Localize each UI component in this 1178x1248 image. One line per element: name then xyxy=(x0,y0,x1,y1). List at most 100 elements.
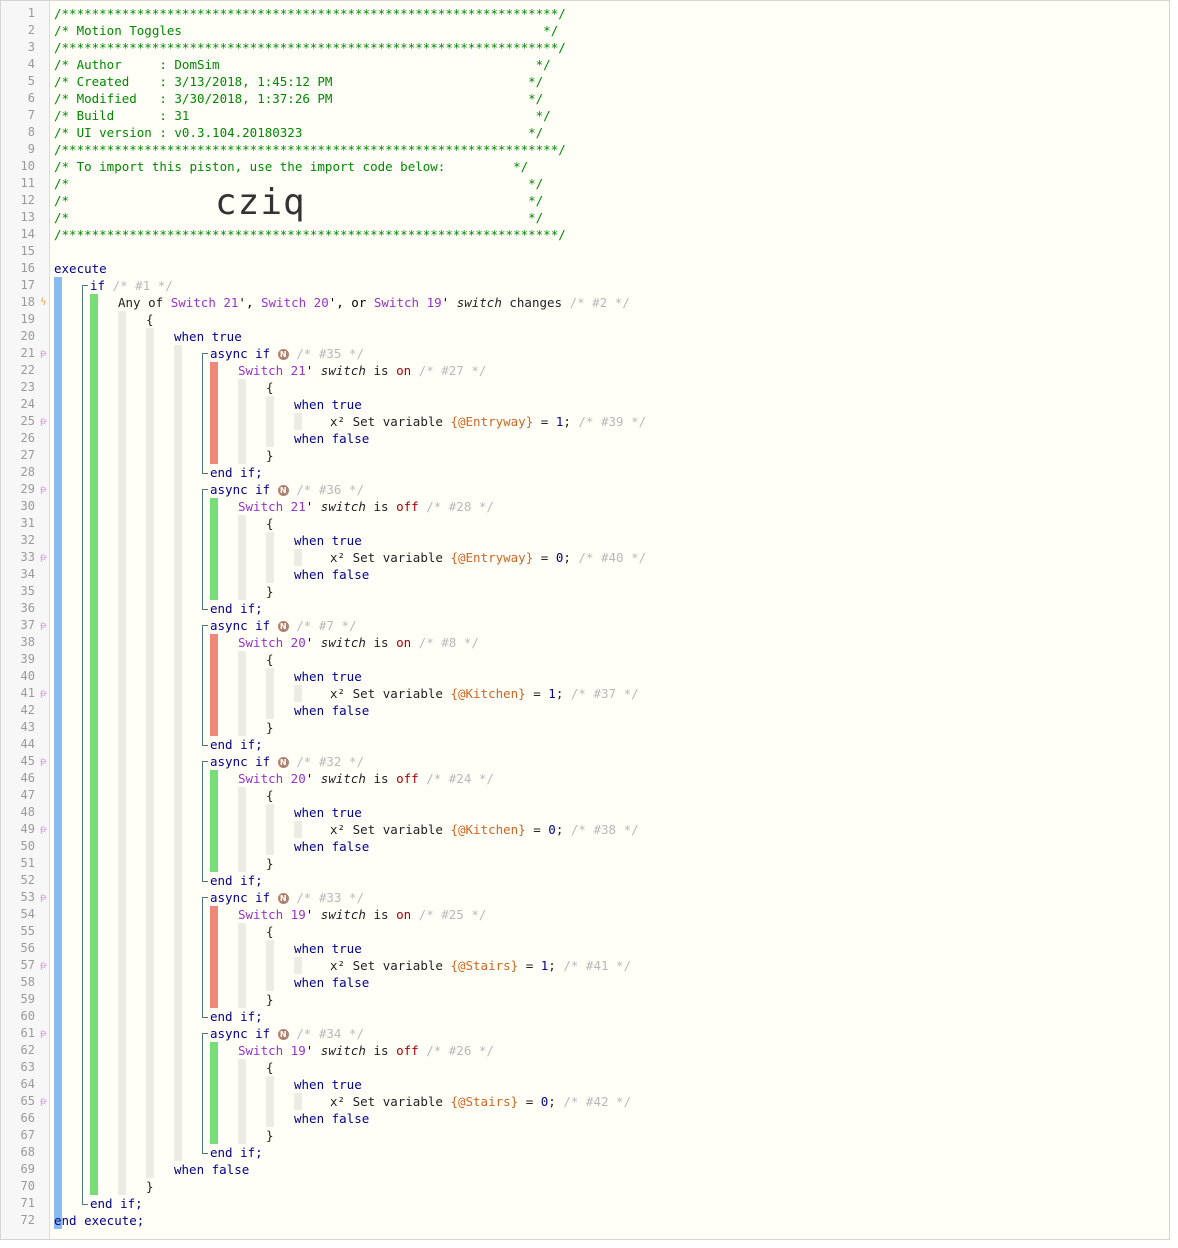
condition-block-bar xyxy=(210,634,218,736)
statement-comment: /* #1 */ xyxy=(112,278,173,293)
keyword-async-if: async if xyxy=(210,890,271,905)
indent-guide xyxy=(238,787,246,872)
piston-code-editor[interactable]: 1 2 3 4 5 6 7 8 9 10 11 12 13 14 15 16 17 18 19 20 21 22 23 24 2… xyxy=(0,0,1170,1240)
device-switch-21[interactable]: Switch 21 xyxy=(171,295,239,310)
async-if-line: async if N /* #36 */ xyxy=(210,481,364,498)
line-number: 16 xyxy=(20,261,35,275)
line-number: 1 xyxy=(27,6,35,20)
statement-comment: /* #42 */ xyxy=(563,1094,632,1109)
async-if-line: async if N /* #33 */ xyxy=(210,889,364,906)
end-if-line: end if; xyxy=(210,1008,263,1025)
line-number: 48 xyxy=(20,805,35,819)
variable-name[interactable]: {@Kitchen} xyxy=(450,822,525,837)
async-if-line: async if N /* #34 */ xyxy=(210,1025,364,1042)
device-name[interactable]: Switch 20 xyxy=(238,771,306,786)
open-brace: { xyxy=(266,516,274,531)
open-brace-line: { xyxy=(266,379,274,396)
close-brace: } xyxy=(266,720,274,735)
n-badge-icon: N xyxy=(277,893,289,904)
assigned-value: 0 xyxy=(548,822,556,837)
import-code[interactable]: cziq xyxy=(215,183,306,223)
line-number: 14 xyxy=(20,227,35,241)
line-number: 24 xyxy=(20,397,35,411)
device-name[interactable]: Switch 20 xyxy=(238,635,306,650)
header-comment-line: /* Author : DomSim */ xyxy=(54,56,551,73)
keyword-end-if: end if; xyxy=(210,1145,263,1160)
condition-comment: /* #25 */ xyxy=(418,907,487,922)
end-if-line: end if; xyxy=(210,600,263,617)
execute-block-bar xyxy=(54,277,62,1229)
keyword-async-if: async if xyxy=(210,346,271,361)
equals-sign: = xyxy=(540,414,549,429)
async-if-line: async if N /* #32 */ xyxy=(210,753,364,770)
device-switch-19[interactable]: Switch 19 xyxy=(374,295,442,310)
line-number: 19 xyxy=(20,312,35,326)
device-name[interactable]: Switch 19 xyxy=(238,907,306,922)
condition-line: Switch 21' switch is on /* #27 */ xyxy=(238,363,487,378)
when-false-line: when false xyxy=(294,702,369,719)
condition-value: on xyxy=(396,907,412,922)
device-name[interactable]: Switch 19 xyxy=(238,1043,306,1058)
variable-name[interactable]: {@Stairs} xyxy=(450,1094,518,1109)
condition-block-bar xyxy=(210,770,218,872)
keyword-when-true: when true xyxy=(174,329,242,344)
keyword-when-false: when false xyxy=(294,567,370,582)
statement-comment: /* #38 */ xyxy=(570,822,639,837)
line-number: 50 xyxy=(20,839,35,853)
pi-icon: ᵽ xyxy=(40,620,47,631)
header-comment-line: /***************************************… xyxy=(54,141,566,158)
comment-text: /* Created : 3/13/2018, 1:45:12 PM */ xyxy=(54,74,544,89)
comment-text: /***************************************… xyxy=(54,40,566,55)
line-number: 22 xyxy=(20,363,35,377)
line-number: 13 xyxy=(20,210,35,224)
pi-icon: ᵽ xyxy=(40,1028,47,1039)
line-number: 47 xyxy=(20,788,35,802)
line-number: 2 xyxy=(27,23,35,37)
pi-icon: ᵽ xyxy=(40,688,47,699)
comment-text: /***************************************… xyxy=(54,227,566,242)
line-number: 35 xyxy=(20,584,35,598)
line-number: 66 xyxy=(20,1111,35,1125)
close-brace: } xyxy=(266,856,274,871)
attribute-switch: switch xyxy=(320,907,366,922)
set-variable-label: Set variable xyxy=(352,822,443,837)
variable-name[interactable]: {@Stairs} xyxy=(450,958,518,973)
indent-guide xyxy=(294,957,302,974)
line-number: 20 xyxy=(20,329,35,343)
equals-sign: = xyxy=(525,958,534,973)
variable-name[interactable]: {@Entryway} xyxy=(450,414,533,429)
device-name[interactable]: Switch 21 xyxy=(238,363,306,378)
indent-guide xyxy=(238,651,246,736)
keyword-end-if: end if; xyxy=(210,1009,263,1024)
set-variable-label: Set variable xyxy=(352,1094,443,1109)
line-number: 55 xyxy=(20,924,35,938)
indent-guide xyxy=(294,413,302,430)
line-number: 9 xyxy=(27,142,35,156)
header-comment-line: /* To import this piston, use the import… xyxy=(54,158,528,175)
line-number: 15 xyxy=(20,244,35,258)
async-if-line: async if N /* #7 */ xyxy=(210,617,357,634)
action-line: x² Set variable {@Kitchen} = 1; /* #37 *… xyxy=(330,685,639,702)
attribute-switch: switch xyxy=(320,771,366,786)
variable-name[interactable]: {@Kitchen} xyxy=(450,686,525,701)
device-name[interactable]: Switch 21 xyxy=(238,499,306,514)
condition-value: off xyxy=(396,1043,419,1058)
indent-guide xyxy=(294,685,302,702)
line-number: 43 xyxy=(20,720,35,734)
end-if-line: end if; xyxy=(210,1144,263,1161)
line-number: 25 xyxy=(20,414,35,428)
when-false-line: when false xyxy=(294,566,369,583)
header-comment-line: /***************************************… xyxy=(54,5,566,22)
device-switch-20[interactable]: Switch 20 xyxy=(261,295,329,310)
operator-is: is xyxy=(373,1043,389,1058)
action-line: x² Set variable {@Stairs} = 0; /* #42 */ xyxy=(330,1093,631,1110)
line-number: 54 xyxy=(20,907,35,921)
line-number: 59 xyxy=(20,992,35,1006)
line-number: 37 xyxy=(20,618,35,632)
line-number: 38 xyxy=(20,635,35,649)
condition-line: Switch 20' switch is off /* #24 */ xyxy=(238,771,494,786)
open-brace: { xyxy=(266,652,274,667)
keyword-end-if: end if; xyxy=(90,1196,143,1211)
variable-name[interactable]: {@Entryway} xyxy=(450,550,533,565)
statement-comment: /* #35 */ xyxy=(296,346,365,361)
